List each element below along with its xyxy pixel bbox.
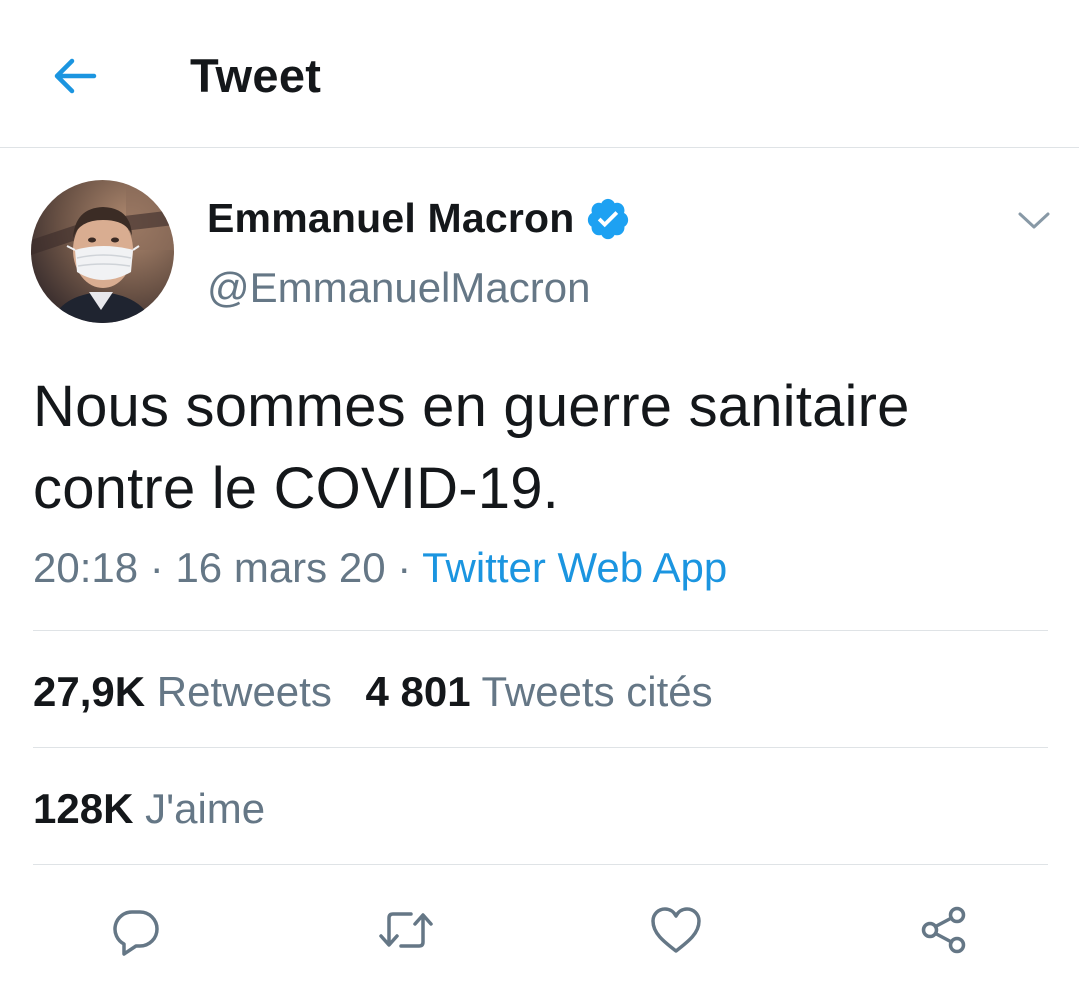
likes-count: 128K	[33, 785, 134, 832]
quote-tweets-label: Tweets cités	[481, 668, 713, 715]
author-name: Emmanuel Macron	[207, 195, 575, 241]
divider	[33, 630, 1048, 631]
avatar[interactable]	[31, 180, 174, 323]
reply-button[interactable]	[106, 900, 166, 960]
divider	[33, 864, 1048, 865]
retweets-stat[interactable]: 27,9K Retweets	[33, 668, 332, 716]
verified-badge-icon	[587, 198, 628, 239]
meta-separator: ·	[149, 544, 164, 591]
like-button[interactable]	[646, 900, 706, 960]
author-handle[interactable]: @EmmanuelMacron	[207, 264, 590, 312]
tweet-text-line: contre le COVID-19.	[33, 456, 559, 521]
tweet-source-link[interactable]: Twitter Web App	[422, 544, 727, 591]
likes-stat[interactable]: 128K J'aime	[33, 785, 265, 833]
quote-tweets-count: 4 801	[365, 668, 471, 715]
page-title: Tweet	[190, 49, 322, 102]
tweet-text-line: Nous sommes en guerre sanitaire	[33, 374, 910, 439]
retweets-label: Retweets	[156, 668, 332, 715]
tweet-meta: 20:18 · 16 mars 20 · Twitter Web App	[33, 544, 727, 592]
more-options-button[interactable]	[1016, 205, 1052, 235]
tweet-date: 16 mars 20	[175, 544, 386, 591]
meta-separator: ·	[397, 544, 412, 591]
retweets-count: 27,9K	[33, 668, 146, 715]
divider	[33, 747, 1048, 748]
arrow-left-icon	[54, 58, 97, 94]
likes-label: J'aime	[145, 785, 266, 832]
chevron-down-icon	[1018, 212, 1050, 229]
quote-tweets-stat[interactable]: 4 801 Tweets cités	[366, 668, 713, 716]
likes-row: 128K J'aime	[33, 785, 265, 833]
retweet-icon	[379, 912, 433, 948]
top-bar: Tweet	[0, 0, 1079, 148]
tweet-detail-screen: Tweet Emmanuel Macron @EmmanuelMacron No…	[0, 0, 1079, 989]
heart-icon	[651, 907, 701, 953]
back-button[interactable]	[44, 50, 104, 102]
profile-photo	[31, 180, 174, 323]
author-name-row[interactable]: Emmanuel Macron	[207, 195, 631, 242]
reply-icon	[113, 910, 159, 956]
tweet-text: Nous sommes en guerre sanitaire contre l…	[33, 366, 1043, 530]
share-button[interactable]	[914, 900, 974, 960]
tweet-time: 20:18	[33, 544, 139, 591]
retweet-button[interactable]	[376, 900, 436, 960]
stats-row: 27,9K Retweets 4 801 Tweets cités	[33, 668, 713, 716]
share-icon	[921, 906, 966, 954]
